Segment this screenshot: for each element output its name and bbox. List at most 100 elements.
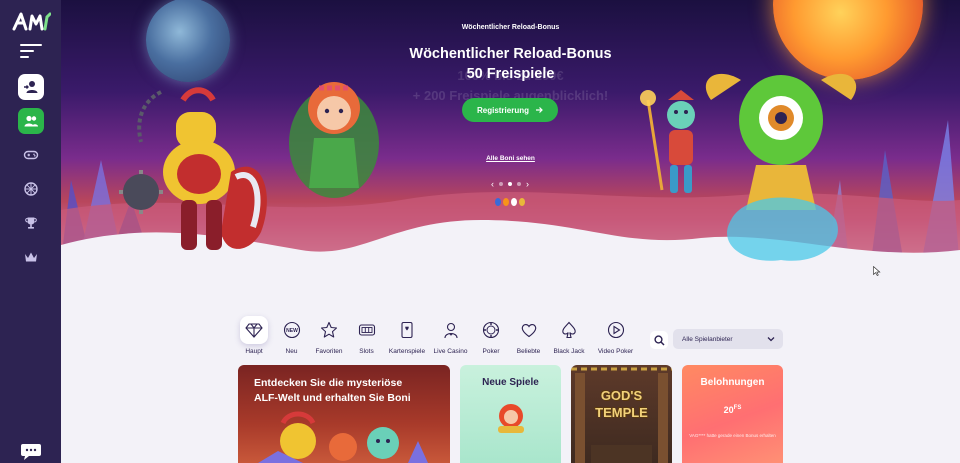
category-icon-wrap	[602, 316, 630, 344]
category-icon-wrap	[515, 316, 543, 344]
provider-select[interactable]: Alle Spielanbieter	[673, 329, 783, 349]
heart-icon	[521, 324, 536, 338]
new-game-thumbnail-image	[498, 404, 524, 433]
slider-dot-active[interactable]	[508, 182, 512, 186]
category-icon-wrap	[240, 316, 268, 344]
search-icon	[653, 334, 665, 346]
bitcoin-icon	[503, 198, 509, 206]
slot-machine-icon	[358, 324, 375, 336]
category-label: Beliebte	[516, 348, 541, 355]
login-button[interactable]	[17, 74, 44, 100]
diamond-icon	[245, 323, 263, 338]
promo-line1: Entdecken Sie die mysteriöse	[254, 377, 403, 389]
category-label: Kartenspiele	[388, 348, 426, 355]
play-icon	[607, 321, 624, 339]
category-favoriten[interactable]: Favoriten	[311, 316, 347, 362]
slider-prev-icon[interactable]: ‹	[491, 180, 494, 189]
category-icon-wrap	[437, 316, 465, 344]
add-users-icon	[24, 115, 38, 127]
category-label: Favoriten	[315, 348, 343, 355]
slider-dot[interactable]	[517, 182, 521, 186]
slider-dot[interactable]	[499, 182, 503, 186]
category-kartenspiele[interactable]: Kartenspiele	[386, 316, 428, 362]
category-label: Video Poker	[597, 348, 634, 355]
category-poker[interactable]: Poker	[473, 316, 509, 362]
category-icon-wrap: NEW	[278, 316, 306, 344]
hero-title-line2: 50 Freispiele	[466, 66, 555, 82]
temple-line2: TEMPLE	[595, 405, 648, 420]
dealer-icon	[443, 322, 458, 339]
promo-characters-image	[258, 411, 428, 463]
gods-temple-card[interactable]: GOD'S TEMPLE	[571, 365, 672, 463]
new-games-title: Neue Spiele	[482, 377, 539, 388]
alf-world-promo-card[interactable]: Entdecken Sie die mysteriöse ALF-Welt un…	[238, 365, 450, 463]
gamepad-icon	[23, 150, 38, 160]
rewards-amount-unit: FS	[733, 405, 742, 411]
star-icon	[320, 321, 338, 338]
category-icon-wrap	[315, 316, 343, 344]
hero-title-line1: Wöchentlicher Reload-Bonus	[409, 46, 612, 62]
ripple-icon	[511, 198, 517, 206]
chevron-down-icon	[767, 337, 775, 342]
category-video-poker[interactable]: Video Poker	[592, 316, 640, 362]
rewards-card[interactable]: Belohnungen 20FS VAG**** hatte gerade ei…	[682, 365, 783, 463]
hero-title: Wöchentlicher Reload-Bonus 50 Freispiele	[61, 44, 960, 84]
litecoin-icon	[495, 198, 501, 206]
category-slots[interactable]: Slots	[349, 316, 385, 362]
knight-character-image	[119, 87, 267, 250]
tournaments-nav-button[interactable]	[18, 210, 44, 236]
playing-card-icon	[401, 321, 413, 339]
category-icon-wrap	[353, 316, 381, 344]
register-button[interactable]	[17, 108, 44, 134]
wheel-icon	[23, 182, 38, 196]
casino-homepage: Wöchentlicher Reload-Bonus 100% bis zu 2…	[0, 0, 960, 463]
mouse-cursor-icon	[873, 266, 881, 276]
promo-card-text: Entdecken Sie die mysteriöse ALF-Welt un…	[254, 376, 411, 406]
games-nav-button[interactable]	[18, 142, 44, 168]
gods-temple-title: GOD'S TEMPLE	[571, 387, 672, 421]
alf-logo-icon[interactable]	[11, 10, 51, 32]
category-icon-wrap	[477, 316, 505, 344]
new-badge-icon: NEW	[283, 321, 300, 339]
category-beliebte[interactable]: Beliebte	[511, 316, 547, 362]
category-label: Neu	[285, 348, 298, 355]
all-bonuses-link[interactable]: Alle Boni sehen	[61, 155, 960, 162]
provider-select-value: Alle Spielanbieter	[682, 335, 733, 343]
sidebar	[0, 0, 61, 463]
registration-label: Registrierung	[476, 105, 529, 115]
rewards-amount-value: 20	[723, 405, 734, 415]
category-label: Haupt	[245, 348, 263, 355]
spade-icon	[562, 321, 576, 339]
new-games-card[interactable]: Neue Spiele	[460, 365, 561, 463]
category-neu[interactable]: NEW Neu	[274, 316, 310, 362]
vip-nav-button[interactable]	[18, 244, 44, 270]
wheel-nav-button[interactable]	[18, 176, 44, 202]
menu-line	[19, 50, 34, 52]
rewards-subtext: VAG**** hatte gerade einen Bonus erhalte…	[689, 433, 776, 438]
hero-banner: Wöchentlicher Reload-Bonus 100% bis zu 2…	[61, 0, 960, 305]
category-icon-wrap	[555, 316, 583, 344]
svg-text:NEW: NEW	[286, 328, 298, 334]
category-black-jack[interactable]: Black Jack	[548, 316, 590, 362]
slider-next-icon[interactable]: ›	[526, 180, 529, 189]
slider-controls: ‹ ›	[491, 180, 529, 189]
category-live-casino[interactable]: Live Casino	[430, 316, 472, 362]
category-label: Slots	[359, 348, 374, 355]
user-login-icon	[23, 81, 37, 93]
category-bar: Haupt NEW Neu Favoriten Slots Kartenspie…	[236, 316, 641, 362]
category-icon-wrap	[393, 316, 421, 344]
hamburger-icon[interactable]	[19, 44, 42, 60]
trophy-icon	[24, 217, 37, 229]
category-label: Poker	[482, 348, 500, 355]
promo-line2: ALF-Welt und erhalten Sie Boni	[254, 392, 411, 404]
category-haupt[interactable]: Haupt	[236, 316, 272, 362]
chat-icon[interactable]	[20, 443, 42, 461]
temple-line1: GOD'S	[600, 388, 643, 403]
menu-line	[19, 56, 29, 58]
registration-button[interactable]: Registrierung	[462, 98, 558, 122]
hero-kicker: Wöchentlicher Reload-Bonus	[461, 24, 560, 31]
rewards-amount: 20FS	[682, 405, 783, 415]
dogecoin-icon	[519, 198, 525, 206]
crown-icon	[24, 252, 37, 262]
search-button[interactable]	[650, 331, 668, 349]
